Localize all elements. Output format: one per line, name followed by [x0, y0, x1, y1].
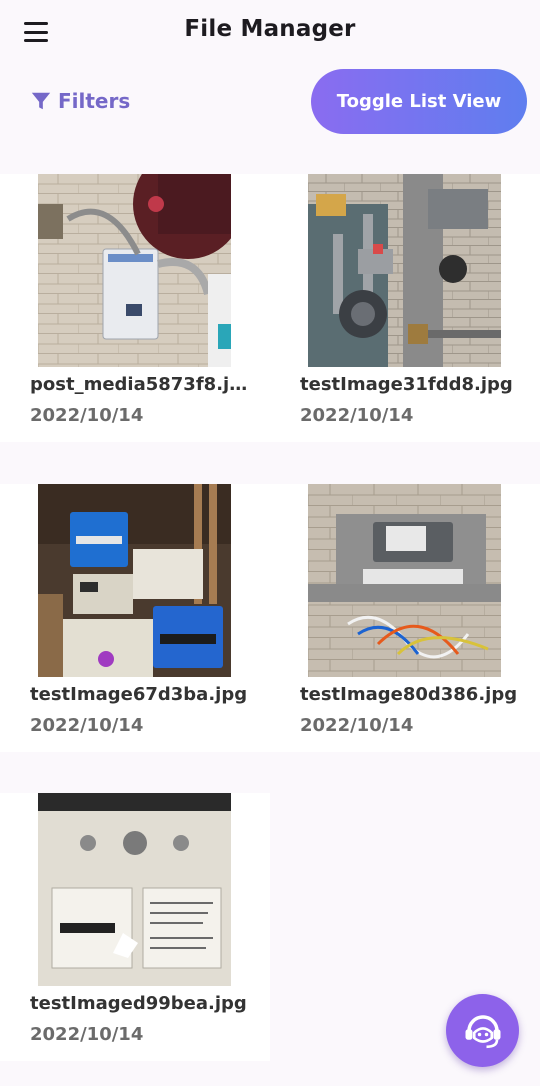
file-date: 2022/10/14 — [300, 405, 414, 426]
file-name: testImage67d3ba.jpg — [30, 684, 248, 705]
file-thumbnail[interactable] — [38, 793, 231, 986]
file-card[interactable]: testImaged99bea.jpg 2022/10/14 — [0, 793, 270, 1061]
grid-row: post_media5873f8.jpg 2022/10/14 testImag… — [0, 174, 540, 442]
file-card[interactable]: post_media5873f8.jpg 2022/10/14 — [0, 174, 270, 442]
file-thumbnail[interactable] — [38, 484, 231, 677]
file-name: testImage31fdd8.jpg — [300, 374, 513, 395]
file-card[interactable]: testImage67d3ba.jpg 2022/10/14 — [0, 484, 270, 752]
file-date: 2022/10/14 — [30, 715, 144, 736]
support-agent-fab[interactable] — [446, 994, 519, 1067]
file-card[interactable]: testImage31fdd8.jpg 2022/10/14 — [270, 174, 540, 442]
file-card[interactable]: testImage80d386.jpg 2022/10/14 — [270, 484, 540, 752]
file-date: 2022/10/14 — [300, 715, 414, 736]
funnel-icon — [31, 92, 51, 110]
page-title: File Manager — [184, 16, 356, 42]
file-name: testImaged99bea.jpg — [30, 993, 247, 1014]
filters-button[interactable]: Filters — [30, 86, 130, 116]
file-thumbnail[interactable] — [308, 174, 501, 367]
app-bar: File Manager — [0, 0, 540, 64]
toggle-list-view-button[interactable]: Toggle List View — [311, 69, 527, 134]
support-agent-icon — [465, 1014, 500, 1048]
file-name: testImage80d386.jpg — [300, 684, 518, 705]
grid-row: testImage67d3ba.jpg 2022/10/14 testImage… — [0, 484, 540, 752]
file-date: 2022/10/14 — [30, 405, 144, 426]
filters-label: Filters — [58, 89, 131, 113]
file-date: 2022/10/14 — [30, 1024, 144, 1045]
file-name: post_media5873f8.jpg — [30, 374, 252, 395]
file-thumbnail[interactable] — [308, 484, 501, 677]
file-thumbnail[interactable] — [38, 174, 231, 367]
